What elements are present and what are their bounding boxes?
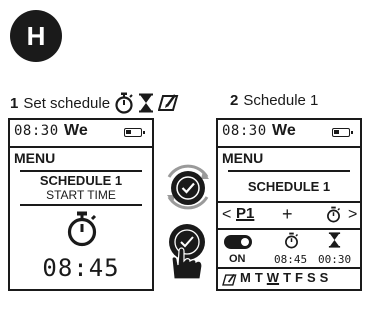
on-off-toggle[interactable] <box>224 235 252 249</box>
step2-caption: 2 Schedule 1 <box>230 92 318 109</box>
status-bar: 08:30 We <box>218 120 360 146</box>
divider <box>218 267 360 269</box>
step1-number: 1 <box>10 94 19 112</box>
step-badge: H <box>10 10 62 62</box>
nav-prev-arrow[interactable]: < <box>222 206 231 224</box>
step1-label: Set schedule <box>23 94 111 112</box>
schedule-subtitle: START TIME <box>46 188 116 202</box>
stopwatch-icon <box>67 211 97 247</box>
add-button[interactable]: + <box>282 204 293 225</box>
weekday-wed[interactable]: W <box>267 270 279 285</box>
divider <box>218 228 360 230</box>
weekday-sun[interactable]: S <box>320 270 329 285</box>
divider <box>20 170 142 172</box>
duration-value: 00:30 <box>318 253 352 266</box>
divider <box>218 146 360 148</box>
toggle-label: ON <box>229 253 246 265</box>
step2-label: Schedule 1 <box>243 92 319 109</box>
divider <box>228 170 350 172</box>
confirm-button[interactable] <box>171 171 205 205</box>
hourglass-icon <box>328 232 341 248</box>
clock-time: 08:30 <box>14 123 59 139</box>
calendar-edit-icon <box>222 273 237 286</box>
start-time-value: 08:45 <box>274 253 308 266</box>
nav-next-arrow[interactable]: > <box>348 206 357 224</box>
start-time-value: 08:45 <box>42 254 120 282</box>
hand-press-icon <box>169 224 205 280</box>
weekday-thu[interactable]: T <box>283 270 291 285</box>
menu-label: MENU <box>222 150 264 166</box>
hourglass-icon <box>139 93 154 113</box>
weekday-row: M T W T F S S <box>240 270 328 285</box>
screen-schedule-1: 08:30 We MENU SCHEDULE 1 < P1 + > ON 08:… <box>216 118 362 291</box>
weekday-fri[interactable]: F <box>295 270 303 285</box>
battery-icon <box>124 128 145 137</box>
divider <box>218 201 360 203</box>
step1-caption: 1 Set schedule <box>10 92 180 114</box>
step2-number: 2 <box>230 92 239 109</box>
status-bar: 08:30 We <box>10 120 152 146</box>
toggle-knob <box>241 238 249 246</box>
weekday-sat[interactable]: S <box>307 270 316 285</box>
screen-set-schedule: 08:30 We MENU SCHEDULE 1 START TIME 08:4… <box>8 118 154 291</box>
weekday-mon[interactable]: M <box>240 270 251 285</box>
weekday-tue[interactable]: T <box>255 270 263 285</box>
stopwatch-icon <box>285 232 299 249</box>
stopwatch-icon <box>115 92 133 114</box>
calendar-edit-icon <box>158 94 179 111</box>
program-p1-tab[interactable]: P1 <box>236 205 254 222</box>
clock-day: We <box>64 122 88 139</box>
menu-label: MENU <box>14 150 56 166</box>
divider <box>10 146 152 148</box>
schedule-title: SCHEDULE 1 <box>247 179 331 194</box>
stopwatch-icon[interactable] <box>326 206 341 223</box>
divider <box>20 204 142 206</box>
schedule-title: SCHEDULE 1 <box>39 173 123 188</box>
checkmark-button-icon <box>176 176 200 200</box>
clock-day: We <box>272 122 296 139</box>
battery-icon <box>332 128 353 137</box>
clock-time: 08:30 <box>222 123 267 139</box>
badge-letter: H <box>26 20 46 51</box>
